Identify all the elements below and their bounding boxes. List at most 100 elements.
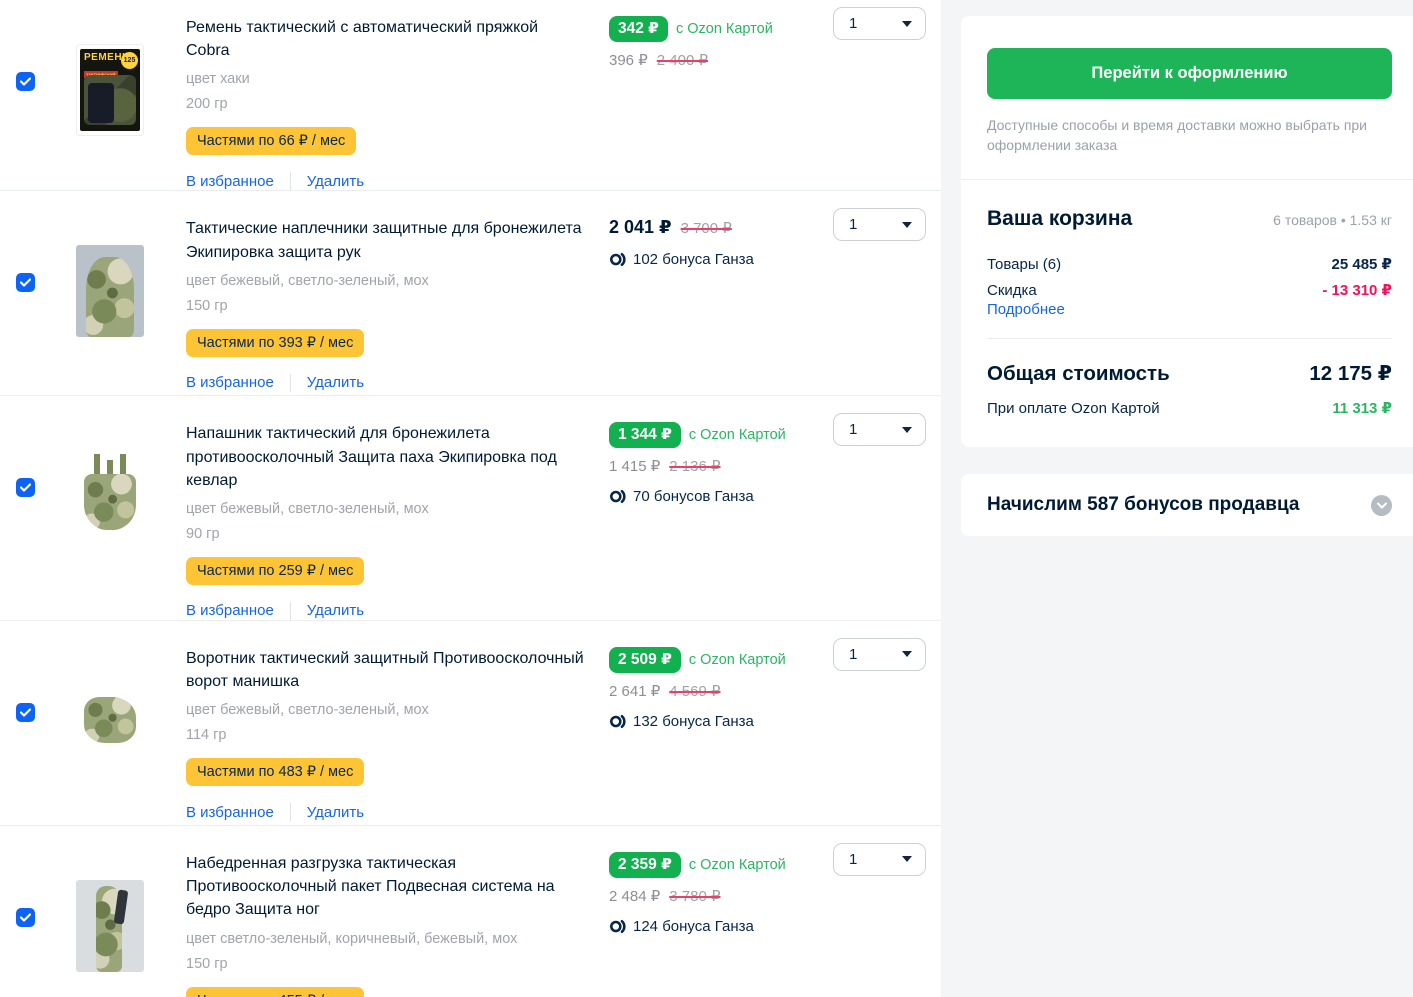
- ozon-bonus-icon: [609, 918, 626, 935]
- delete-link[interactable]: Удалить: [307, 374, 364, 391]
- installment-badge: Частями по 483 ₽ / мес: [186, 758, 364, 786]
- quantity-value: 1: [849, 15, 857, 32]
- qty-cell: 1: [833, 16, 941, 190]
- camo-graphic: [84, 697, 136, 743]
- item-price-block: 2 041 ₽ 3 700 ₽ 102 бонуса Ганза: [609, 217, 833, 395]
- product-image[interactable]: [76, 450, 144, 542]
- item-weight: 150 гр: [186, 298, 585, 314]
- item-color: цвет бежевый, светло-зеленый, мох: [186, 702, 585, 718]
- check-icon: [20, 708, 31, 717]
- ozon-card-total-label: При оплате Ozon Картой: [987, 400, 1160, 417]
- installment-badge: Частями по 66 ₽ / мес: [186, 127, 356, 155]
- item-title[interactable]: Набедренная разгрузка тактическая Против…: [186, 852, 585, 922]
- ozon-bonus-icon: [609, 251, 626, 268]
- ozon-card-price-badge: 1 344 ₽: [609, 422, 681, 448]
- item-color: цвет хаки: [186, 71, 585, 87]
- cart-item: РЕМЕНЬ ТАКТИЧЕСКИЙ 125 Ремень тактически…: [0, 0, 941, 191]
- cart-page: РЕМЕНЬ ТАКТИЧЕСКИЙ 125 Ремень тактически…: [0, 0, 1413, 997]
- installment-badge: Частями по 259 ₽ / мес: [186, 557, 364, 585]
- price-old: 2 400 ₽: [657, 51, 708, 69]
- ozon-card-label: с Ozon Картой: [676, 21, 773, 37]
- item-title[interactable]: Воротник тактический защитный Противооск…: [186, 647, 585, 693]
- item-actions: В избранное Удалить: [186, 803, 585, 821]
- discount-value: - 13 310 ₽: [1322, 281, 1392, 299]
- item-checkbox[interactable]: [16, 273, 35, 292]
- favorite-link[interactable]: В избранное: [186, 602, 274, 619]
- product-image[interactable]: РЕМЕНЬ ТАКТИЧЕСКИЙ 125: [76, 44, 144, 136]
- item-price-block: 2 359 ₽ с Ozon Картой 2 484 ₽ 3 780 ₽ 12…: [609, 852, 833, 997]
- product-image[interactable]: [76, 880, 144, 972]
- item-checkbox[interactable]: [16, 478, 35, 497]
- item-weight: 90 гр: [186, 526, 585, 542]
- item-checkbox[interactable]: [16, 703, 35, 722]
- caret-down-icon: [902, 427, 912, 433]
- item-title[interactable]: Ремень тактический с автоматический пряж…: [186, 16, 585, 62]
- bonus-text: 102 бонуса Ганза: [633, 251, 754, 268]
- product-image[interactable]: [76, 675, 144, 767]
- ozon-bonus-icon: [609, 488, 626, 505]
- checkbox-cell: [16, 422, 70, 620]
- camo-graphic: [84, 474, 136, 530]
- buckle-graphic: [88, 83, 114, 123]
- link-divider: [290, 172, 291, 190]
- chevron-down-icon[interactable]: [1371, 495, 1392, 516]
- ozon-card-price-badge: 342 ₽: [609, 16, 668, 42]
- item-actions: В избранное Удалить: [186, 602, 585, 620]
- quantity-select[interactable]: 1: [833, 413, 926, 446]
- ozon-card-label: с Ozon Картой: [689, 857, 786, 873]
- item-checkbox[interactable]: [16, 72, 35, 91]
- quantity-value: 1: [849, 646, 857, 663]
- qty-cell: 1: [833, 852, 941, 997]
- divider: [987, 338, 1392, 339]
- quantity-value: 1: [849, 421, 857, 438]
- item-color: цвет бежевый, светло-зеленый, мох: [186, 501, 585, 517]
- price-current: 396 ₽: [609, 51, 648, 69]
- item-price-block: 342 ₽ с Ozon Картой 396 ₽ 2 400 ₽: [609, 16, 833, 190]
- image-cell: [70, 217, 186, 395]
- total-value: 12 175 ₽: [1309, 361, 1392, 386]
- discount-details-link[interactable]: Подробнее: [987, 301, 1065, 318]
- quantity-select[interactable]: 1: [833, 7, 926, 40]
- ozon-card-total-value: 11 313 ₽: [1332, 399, 1392, 417]
- link-divider: [290, 374, 291, 392]
- summary-card: Перейти к оформлению Доступные способы и…: [961, 16, 1413, 447]
- check-icon: [20, 913, 31, 922]
- bonus-line: 102 бонуса Ганза: [609, 251, 833, 268]
- item-color: цвет бежевый, светло-зеленый, мох: [186, 273, 585, 289]
- quantity-select[interactable]: 1: [833, 843, 926, 876]
- delete-link[interactable]: Удалить: [307, 173, 364, 190]
- cart-item-list: РЕМЕНЬ ТАКТИЧЕСКИЙ 125 Ремень тактически…: [0, 0, 941, 997]
- belt-package-graphic: РЕМЕНЬ ТАКТИЧЕСКИЙ 125: [80, 49, 140, 131]
- goods-label: Товары (6): [987, 256, 1061, 273]
- delete-link[interactable]: Удалить: [307, 804, 364, 821]
- delivery-note: Доступные способы и время доставки можно…: [987, 116, 1367, 155]
- price-current: 2 484 ₽: [609, 887, 660, 905]
- delete-link[interactable]: Удалить: [307, 602, 364, 619]
- item-title[interactable]: Тактические наплечники защитные для брон…: [186, 217, 585, 263]
- item-title[interactable]: Напашник тактический для бронежилета про…: [186, 422, 585, 492]
- item-info: Тактические наплечники защитные для брон…: [186, 217, 609, 395]
- discount-label: Скидка: [987, 282, 1037, 299]
- checkbox-cell: [16, 647, 70, 825]
- quantity-select[interactable]: 1: [833, 208, 926, 241]
- item-checkbox[interactable]: [16, 908, 35, 927]
- bonus-text: 124 бонуса Ганза: [633, 918, 754, 935]
- image-cell: [70, 422, 186, 620]
- seller-bonus-text: Начислим 587 бонусов продавца: [987, 494, 1299, 516]
- checkout-button[interactable]: Перейти к оформлению: [987, 48, 1392, 99]
- checkbox-cell: [16, 852, 70, 997]
- price-old: 3 700 ₽: [681, 219, 732, 237]
- item-weight: 150 гр: [186, 956, 585, 972]
- seller-bonus-banner[interactable]: Начислим 587 бонусов продавца: [961, 474, 1413, 536]
- checkbox-cell: [16, 217, 70, 395]
- bonus-text: 70 бонусов Ганза: [633, 488, 754, 505]
- item-info: Напашник тактический для бронежилета про…: [186, 422, 609, 620]
- favorite-link[interactable]: В избранное: [186, 173, 274, 190]
- quantity-select[interactable]: 1: [833, 638, 926, 671]
- caret-down-icon: [902, 651, 912, 657]
- item-info: Набедренная разгрузка тактическая Против…: [186, 852, 609, 997]
- caret-down-icon: [902, 222, 912, 228]
- product-image[interactable]: [76, 245, 144, 337]
- favorite-link[interactable]: В избранное: [186, 804, 274, 821]
- favorite-link[interactable]: В избранное: [186, 374, 274, 391]
